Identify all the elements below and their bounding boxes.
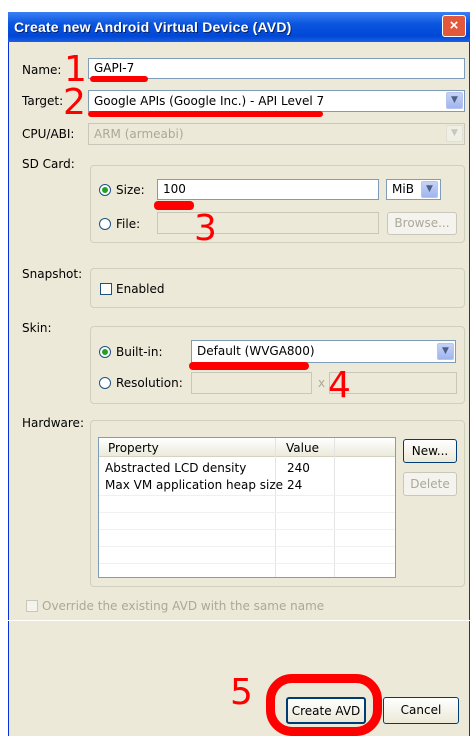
annotation-number-4: 4 [328,365,351,406]
size-radio[interactable] [99,184,111,196]
skin-dropdown-arrow-icon[interactable]: ▼ [437,343,454,360]
sdcard-label: SD Card: [22,157,75,171]
annotation-underline-target [88,111,323,117]
table-gridline [99,546,395,547]
annotation-underline-skin [189,362,309,370]
snapshot-enabled-label: Enabled [116,282,165,296]
table-header: Property Value [99,438,395,457]
close-button[interactable]: × [442,15,466,37]
cpu-abi-label: CPU/ABI: [22,127,75,141]
column-divider [334,438,335,577]
annotation-number-2: 2 [63,82,86,123]
window-title: Create new Android Virtual Device (AVD) [14,19,292,35]
separator [8,620,470,621]
column-divider [275,438,276,577]
annotation-number-3: 3 [194,208,217,249]
target-label: Target: [22,94,64,108]
target-dropdown-arrow-icon[interactable]: ▼ [446,92,463,109]
target-select[interactable]: Google APIs (Google Inc.) - API Level 7 [88,90,465,112]
name-value: GAPI-7 [94,61,135,75]
size-unit-dropdown-arrow-icon[interactable]: ▼ [421,181,438,198]
table-row[interactable]: Max VM application heap size 24 [105,478,395,493]
file-path-field [157,212,379,234]
size-label: Size: [116,183,145,197]
hardware-label: Hardware: [22,416,84,430]
override-checkbox [26,600,38,612]
column-header-value[interactable]: Value [286,441,319,455]
delete-property-button: Delete [403,472,457,496]
size-field[interactable]: 100 [157,179,379,200]
cpu-abi-value: ARM (armeabi) [94,127,184,141]
row-value: 240 [287,461,310,475]
name-label: Name: [22,63,62,77]
resolution-label: Resolution: [116,376,183,390]
hardware-table[interactable]: Property Value Abstracted LCD density 24… [98,437,396,578]
table-gridline [99,529,395,530]
builtin-radio[interactable] [99,346,111,358]
cancel-button[interactable]: Cancel [383,697,459,724]
skin-builtin-select[interactable]: Default (WVGA800) [191,340,456,363]
row-property: Max VM application heap size [105,478,284,492]
cpu-abi-select: ARM (armeabi) [88,123,465,145]
file-label: File: [116,217,141,231]
row-property: Abstracted LCD density [105,461,247,475]
resolution-x-label: x [318,376,326,390]
browse-button: Browse... [387,212,457,235]
table-row[interactable]: Abstracted LCD density 240 [105,461,395,476]
size-value: 100 [163,182,186,196]
row-value: 24 [287,478,303,492]
column-header-property[interactable]: Property [108,441,159,455]
table-gridline [99,512,395,513]
snapshot-label: Snapshot: [22,267,83,281]
resolution-width-field [191,372,312,394]
file-radio[interactable] [99,218,111,230]
annotation-underline-name [90,76,148,82]
builtin-label: Built-in: [116,345,163,359]
background-strip [0,0,470,12]
skin-builtin-value: Default (WVGA800) [197,344,315,358]
annotation-circle-create-avd [266,674,382,736]
cpu-abi-dropdown-arrow-icon: ▼ [446,125,463,142]
snapshot-enabled-checkbox[interactable] [100,283,112,295]
table-gridline [99,495,395,496]
annotation-number-5: 5 [230,672,253,713]
resolution-radio[interactable] [99,377,111,389]
skin-label: Skin: [22,321,52,335]
table-gridline [99,563,395,564]
size-unit-value: MiB [392,182,414,196]
target-value: Google APIs (Google Inc.) - API Level 7 [94,94,325,108]
new-property-button[interactable]: New... [403,439,457,463]
override-label: Override the existing AVD with the same … [42,599,325,613]
annotation-underline-size [154,201,194,210]
